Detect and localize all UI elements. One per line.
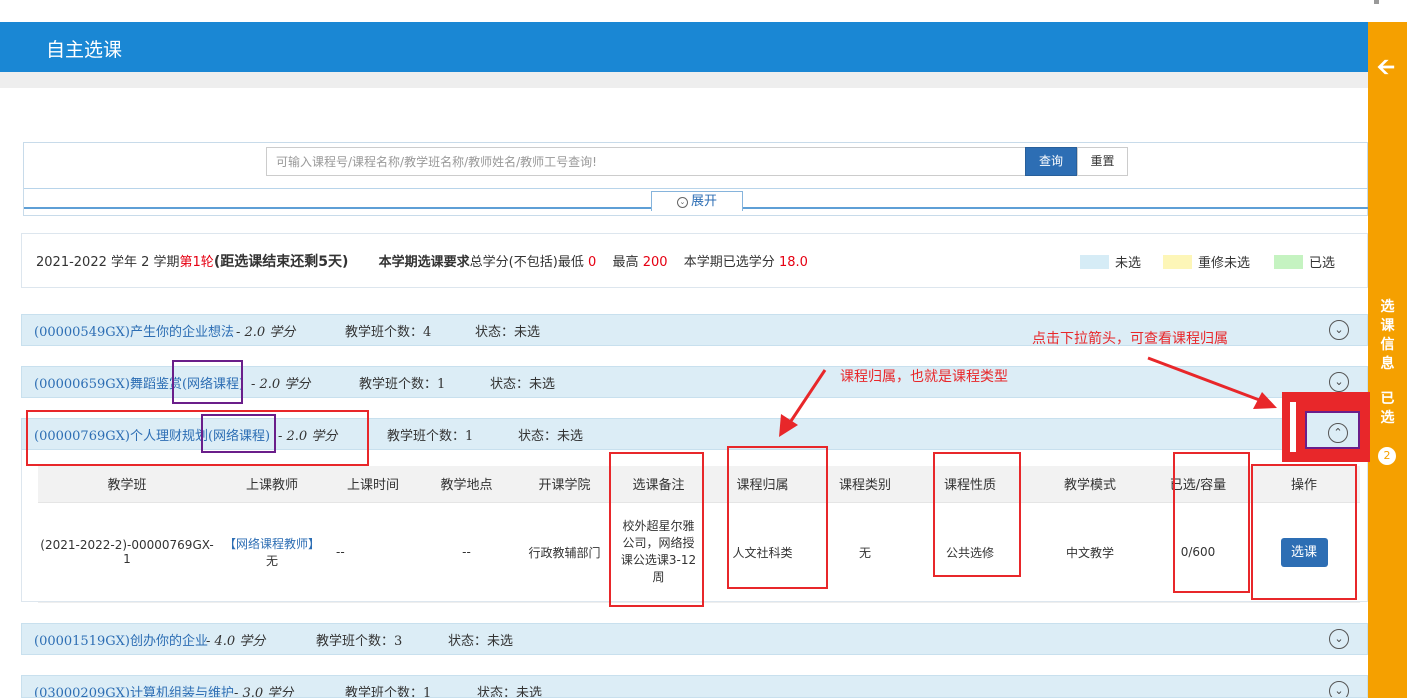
window-mark: [1374, 0, 1379, 4]
max-label: 最高: [612, 255, 639, 270]
sidebar-selected-label: 已选: [1368, 390, 1407, 428]
place-cell: --: [418, 502, 515, 603]
column-header: 开课学院: [515, 466, 614, 503]
course-status: 状态：未选: [518, 429, 584, 444]
column-header: 教学班: [38, 466, 216, 503]
requirement-text: 总学分(不包括)最低: [469, 255, 584, 270]
arrow-left-icon[interactable]: 🡨: [1377, 50, 1395, 88]
category-cell: 无: [822, 502, 908, 603]
class-count: 教学班个数：1: [345, 686, 432, 698]
selected-count-badge: 2: [1378, 447, 1396, 465]
highlight-box: [201, 414, 276, 453]
legend-retake: 重修未选: [1163, 252, 1250, 271]
sidebar-line2: 已选: [1380, 391, 1395, 426]
expand-label: 展开: [690, 194, 717, 209]
teacher-cell: 【网络课程教师】无: [216, 502, 328, 603]
reset-button[interactable]: 重置: [1077, 147, 1128, 176]
header-strip: [0, 72, 1368, 88]
course-name-prefix: (00000659GX)舞蹈鉴赏: [34, 377, 182, 392]
column-header: 上课教师: [216, 466, 328, 503]
highlight-box: [1251, 464, 1357, 600]
legend-unselected: 未选: [1080, 252, 1141, 271]
annotation-attribution-hint: 课程归属，也就是课程类型: [840, 369, 1008, 385]
term-info-bar: 2021-2022 学年 2 学期第1轮(距选课结束还剩5天) 本学期选课要求总…: [21, 233, 1368, 288]
class-count: 教学班个数：4: [345, 325, 432, 340]
round-label: 第1轮: [179, 255, 214, 270]
class-cell: (2021-2022-2)-00000769GX-1: [38, 502, 216, 603]
min-credit: 0: [587, 255, 597, 270]
course-credit: - 2.0 学分: [236, 325, 296, 340]
max-credit: 200: [642, 255, 668, 270]
highlight-box: [1173, 452, 1250, 593]
legend-swatch: [1080, 255, 1109, 269]
column-header: 教学地点: [418, 466, 515, 503]
search-input[interactable]: [266, 147, 1026, 176]
course-status: 状态：未选: [490, 377, 556, 392]
term-label: 2021-2022 学年 2 学期: [36, 255, 180, 270]
top-gap: [0, 0, 1368, 22]
column-header: 上课时间: [328, 466, 418, 503]
remaining-close: ): [341, 254, 349, 270]
sidebar-info-label: 选课信息: [1368, 298, 1407, 374]
legend-label: 重修未选: [1198, 256, 1251, 271]
requirement-label: 本学期选课要求: [378, 255, 470, 270]
course-name[interactable]: (00001519GX)创办你的企业: [34, 630, 208, 649]
legend-swatch: [1274, 255, 1303, 269]
highlight-box: [609, 452, 704, 607]
selected-credit: 18.0: [778, 255, 808, 270]
chevron-down-icon: ⌄: [676, 197, 688, 208]
time-cell: --: [328, 502, 418, 603]
course-name[interactable]: (00000549GX)产生你的企业想法: [34, 321, 234, 340]
teacher-name: 无: [265, 554, 278, 568]
course-credit: - 3.0 学分: [234, 686, 294, 698]
highlight-box: [172, 360, 243, 404]
legend-swatch: [1163, 255, 1192, 269]
page-header: 自主选课: [0, 22, 1368, 72]
college-cell: 行政教辅部门: [515, 502, 614, 603]
annotation-dropdown-hint: 点击下拉箭头，可查看课程归属: [1032, 331, 1228, 347]
column-header: 教学模式: [1032, 466, 1148, 503]
legend-label: 已选: [1309, 256, 1336, 271]
course-status: 状态：未选: [448, 634, 514, 649]
course-status: 状态：未选: [475, 325, 541, 340]
remaining-days: 距选课结束还剩5天: [220, 254, 342, 270]
class-count: 教学班个数：1: [359, 377, 446, 392]
column-header: 课程类别: [822, 466, 908, 503]
selection-sidebar[interactable]: 🡨 选课信息 已选 2: [1368, 22, 1407, 698]
query-button[interactable]: 查询: [1025, 147, 1077, 176]
page-title: 自主选课: [46, 39, 123, 61]
sidebar-line1: 选课信息: [1380, 299, 1395, 372]
course-credit: - 2.0 学分: [251, 377, 311, 392]
course-status: 状态：未选: [477, 686, 543, 698]
highlight-box: [26, 410, 369, 466]
class-count: 教学班个数：3: [316, 634, 403, 649]
class-count: 教学班个数：1: [387, 429, 474, 444]
selected-credit-label: 本学期已选学分: [683, 255, 775, 270]
expand-toggle[interactable]: ⌄ 展开: [651, 191, 743, 211]
chevron-down-icon[interactable]: ⌄: [1329, 629, 1349, 649]
course-name[interactable]: (03000209GX)计算机组装与维护: [34, 682, 234, 697]
course-row[interactable]: (03000209GX)计算机组装与维护 - 3.0 学分 教学班个数：1 状态…: [21, 675, 1368, 698]
course-credit: - 4.0 学分: [206, 634, 266, 649]
highlight-box: [727, 446, 828, 589]
chevron-down-icon[interactable]: ⌄: [1329, 320, 1349, 340]
highlight-gap: [1290, 402, 1296, 452]
term-info-line: 2021-2022 学年 2 学期第1轮(距选课结束还剩5天) 本学期选课要求总…: [36, 251, 808, 271]
chevron-down-icon[interactable]: ⌄: [1329, 372, 1349, 392]
highlight-box: [933, 452, 1021, 577]
search-panel: 查询 重置 ⌄展开: [23, 142, 1369, 216]
course-row[interactable]: (00001519GX)创办你的企业 - 4.0 学分 教学班个数：3 状态：未…: [21, 623, 1368, 655]
search-divider: [24, 188, 1369, 189]
legend-selected: 已选: [1274, 252, 1335, 271]
legend-label: 未选: [1115, 256, 1142, 271]
teacher-link[interactable]: 【网络课程教师】: [224, 537, 320, 551]
chevron-down-icon[interactable]: ⌄: [1329, 681, 1349, 697]
chevron-up-icon[interactable]: ⌃: [1328, 423, 1348, 443]
mode-cell: 中文教学: [1032, 502, 1148, 603]
